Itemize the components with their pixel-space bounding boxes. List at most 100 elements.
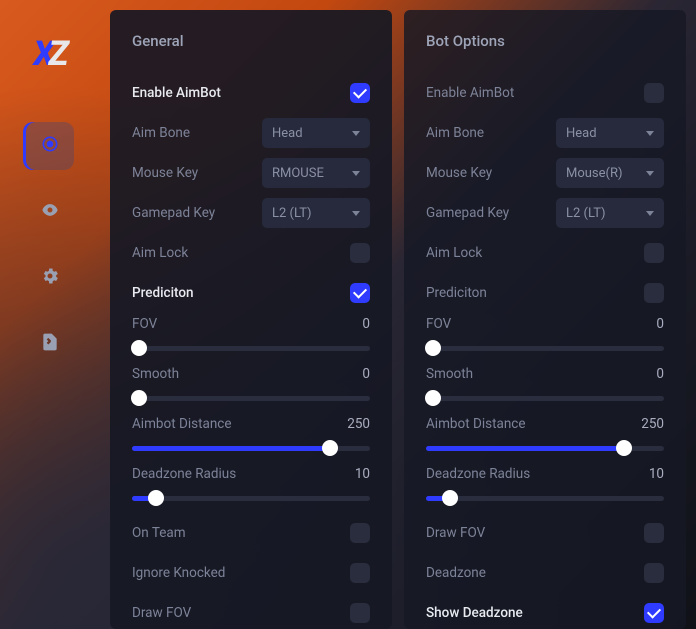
- slider-thumb[interactable]: [425, 390, 441, 406]
- slider-thumb[interactable]: [322, 440, 338, 456]
- slider[interactable]: [426, 340, 664, 356]
- slider[interactable]: [132, 390, 370, 406]
- select-dropdown[interactable]: RMOUSE: [262, 158, 370, 188]
- select-value: Head: [566, 126, 597, 141]
- setting-label: Deadzone: [426, 565, 486, 581]
- gear-nav-button[interactable]: [26, 254, 74, 302]
- checkbox[interactable]: [644, 563, 664, 583]
- setting-row: Enable AimBot: [132, 76, 370, 110]
- slider-row: Smooth 0: [132, 366, 370, 406]
- slider-thumb[interactable]: [425, 340, 441, 356]
- setting-row: Gamepad Key L2 (LT): [132, 196, 370, 230]
- bot-options-panel: Bot Options Enable AimBot Aim Bone Head …: [404, 10, 686, 629]
- slider-value: 10: [649, 466, 664, 482]
- select-dropdown[interactable]: Head: [556, 118, 664, 148]
- slider-track: [426, 496, 664, 501]
- slider-row: Aimbot Distance 250: [132, 416, 370, 456]
- sidebar-items: [26, 122, 74, 368]
- setting-row: Ignore Knocked: [132, 556, 370, 590]
- slider[interactable]: [426, 490, 664, 506]
- setting-label: Mouse Key: [132, 165, 198, 181]
- slider-row: Aimbot Distance 250: [426, 416, 664, 456]
- slider-thumb[interactable]: [131, 340, 147, 356]
- slider-fill: [132, 446, 330, 451]
- slider-row: Smooth 0: [426, 366, 664, 406]
- setting-row: Prediciton: [132, 276, 370, 310]
- setting-label: Mouse Key: [426, 165, 492, 181]
- select-value: L2 (LT): [272, 206, 312, 221]
- slider[interactable]: [426, 390, 664, 406]
- slider-thumb[interactable]: [442, 490, 458, 506]
- setting-label: Aim Lock: [426, 245, 482, 261]
- setting-label: Ignore Knocked: [132, 565, 225, 581]
- checkbox[interactable]: [350, 603, 370, 623]
- slider-track: [132, 346, 370, 351]
- slider-row: FOV 0: [426, 316, 664, 356]
- setting-row: Aim Bone Head: [426, 116, 664, 150]
- slider-track: [426, 346, 664, 351]
- slider-thumb[interactable]: [131, 390, 147, 406]
- chevron-down-icon: [352, 171, 360, 176]
- checkbox[interactable]: [644, 243, 664, 263]
- slider[interactable]: [426, 440, 664, 456]
- setting-label: Aim Bone: [132, 125, 190, 141]
- checkbox[interactable]: [644, 283, 664, 303]
- chevron-down-icon: [352, 131, 360, 136]
- setting-label: Aim Bone: [426, 125, 484, 141]
- checkbox[interactable]: [350, 83, 370, 103]
- file-icon: [40, 332, 60, 356]
- select-dropdown[interactable]: Head: [262, 118, 370, 148]
- slider-label: Smooth: [132, 366, 179, 382]
- setting-row: Aim Bone Head: [132, 116, 370, 150]
- slider-label: FOV: [426, 316, 451, 332]
- logo: X Z: [33, 34, 66, 74]
- setting-row: Draw FOV: [426, 516, 664, 550]
- checkbox[interactable]: [644, 603, 664, 623]
- slider-value: 250: [641, 416, 664, 432]
- slider-row: Deadzone Radius 10: [132, 466, 370, 506]
- checkbox[interactable]: [644, 523, 664, 543]
- setting-row: Show Deadzone: [426, 596, 664, 629]
- setting-label: Show Deadzone: [426, 605, 523, 621]
- slider[interactable]: [132, 340, 370, 356]
- logo-z: Z: [48, 34, 66, 74]
- eye-nav-button[interactable]: [26, 188, 74, 236]
- slider-value: 10: [355, 466, 370, 482]
- setting-label: Prediciton: [426, 285, 487, 301]
- slider-value: 0: [362, 316, 370, 332]
- target-nav-button[interactable]: [26, 122, 74, 170]
- select-value: L2 (LT): [566, 206, 606, 221]
- checkbox[interactable]: [350, 243, 370, 263]
- setting-row: Prediciton: [426, 276, 664, 310]
- slider-track: [132, 396, 370, 401]
- eye-icon: [40, 200, 60, 224]
- slider-value: 0: [362, 366, 370, 382]
- checkbox[interactable]: [350, 563, 370, 583]
- file-nav-button[interactable]: [26, 320, 74, 368]
- slider-value: 0: [656, 316, 664, 332]
- slider[interactable]: [132, 490, 370, 506]
- sidebar: X Z: [0, 0, 100, 629]
- chevron-down-icon: [646, 131, 654, 136]
- chevron-down-icon: [646, 171, 654, 176]
- setting-row: Aim Lock: [426, 236, 664, 270]
- select-dropdown[interactable]: L2 (LT): [262, 198, 370, 228]
- setting-label: Draw FOV: [132, 605, 191, 621]
- setting-label: Gamepad Key: [426, 205, 509, 221]
- slider-label: Aimbot Distance: [426, 416, 526, 432]
- slider-thumb[interactable]: [148, 490, 164, 506]
- slider-track: [132, 496, 370, 501]
- checkbox[interactable]: [350, 523, 370, 543]
- setting-label: Prediciton: [132, 285, 194, 301]
- checkbox[interactable]: [350, 283, 370, 303]
- slider[interactable]: [132, 440, 370, 456]
- slider-thumb[interactable]: [616, 440, 632, 456]
- checkbox[interactable]: [644, 83, 664, 103]
- setting-row: Gamepad Key L2 (LT): [426, 196, 664, 230]
- select-dropdown[interactable]: Mouse(R): [556, 158, 664, 188]
- slider-value: 250: [347, 416, 370, 432]
- slider-label: Aimbot Distance: [132, 416, 232, 432]
- slider-row: FOV 0: [132, 316, 370, 356]
- select-dropdown[interactable]: L2 (LT): [556, 198, 664, 228]
- setting-label: Enable AimBot: [132, 85, 221, 101]
